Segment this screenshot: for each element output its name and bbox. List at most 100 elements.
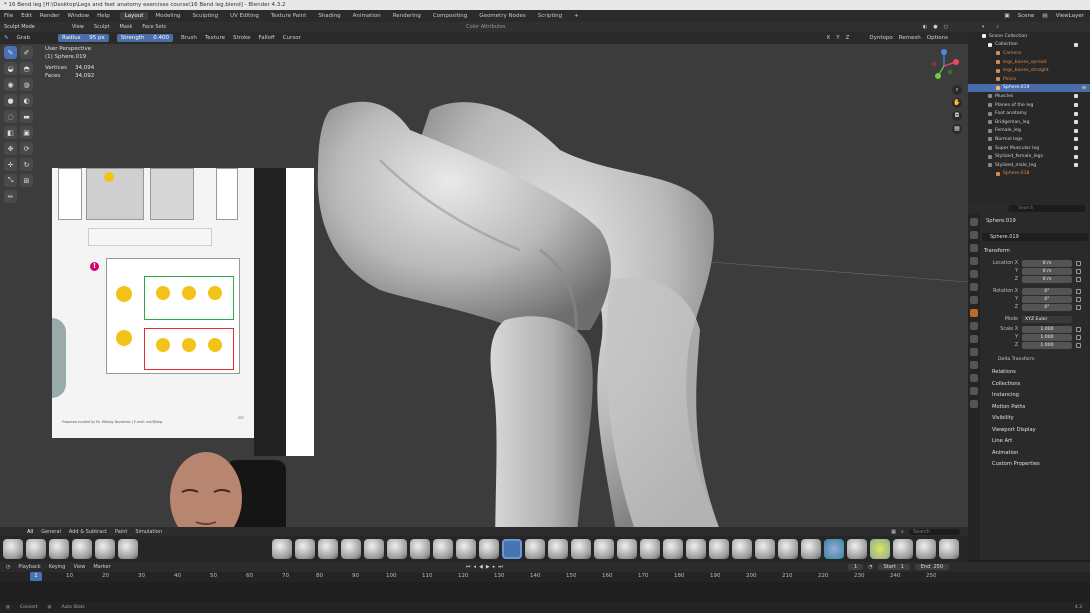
checkbox-icon[interactable] [1074, 154, 1078, 159]
checkbox-icon[interactable] [1074, 163, 1078, 168]
box-mask-tool[interactable]: ▣ [20, 126, 33, 139]
menu-view[interactable]: View [72, 24, 84, 30]
outliner-item-female-leg[interactable]: Female_leg [968, 127, 1090, 136]
checkbox-icon[interactable] [1074, 42, 1078, 47]
lock-icon[interactable] [1076, 269, 1081, 275]
current-frame-field[interactable]: 1 [848, 564, 864, 570]
zoom-icon[interactable]: ⌕ [952, 85, 962, 95]
brush-thumbnail[interactable] [939, 539, 959, 559]
draw-sharp-tool[interactable]: ✐ [20, 46, 33, 59]
options-menu[interactable]: Options [927, 35, 948, 41]
inflate-tool[interactable]: ◍ [20, 78, 33, 91]
brush-thumbnail[interactable] [3, 539, 23, 559]
checkbox-icon[interactable] [1074, 146, 1078, 151]
grab-brush-thumbnail[interactable] [502, 539, 522, 559]
play-icon[interactable]: ▶ [486, 564, 490, 570]
physics-tab-icon[interactable] [970, 348, 978, 356]
brush-thumbnail[interactable] [410, 539, 430, 559]
outliner-item-legs-bones-straight[interactable]: legs_bones_straight [968, 66, 1090, 75]
timeline-track-area[interactable] [0, 582, 1090, 602]
brush-thumbnail[interactable] [433, 539, 453, 559]
camera-view-icon[interactable]: ◘ [952, 111, 962, 121]
output-tab-icon[interactable] [970, 244, 978, 252]
draw-brush-tool[interactable]: ✎ [4, 46, 17, 59]
outliner-item-foot-anatomy[interactable]: Foot anatomy [968, 109, 1090, 118]
menu-mask[interactable]: Mask [120, 24, 133, 30]
symmetry-y[interactable]: Y [836, 35, 839, 41]
y-axis-icon[interactable] [935, 73, 941, 79]
play-reverse-icon[interactable]: ◀ [479, 564, 483, 570]
navigation-gizmo[interactable] [926, 48, 962, 84]
brush-thumbnail[interactable] [778, 539, 798, 559]
remesh-menu[interactable]: Remesh [899, 35, 921, 41]
shelf-search-input[interactable]: Search [908, 528, 960, 535]
scene-selector[interactable]: Scene [1018, 13, 1035, 19]
rotation-x-field[interactable]: 0° [1022, 288, 1072, 296]
world-tab-icon[interactable] [970, 283, 978, 291]
brush-thumbnail[interactable] [732, 539, 752, 559]
rotation-mode-select[interactable]: XYZ Euler [1022, 316, 1072, 324]
playback-menu[interactable]: Playback [18, 564, 40, 570]
object-name-field[interactable]: Sphere.019 [982, 233, 1088, 241]
checkbox-icon[interactable] [1074, 103, 1078, 108]
tab-scripting[interactable]: Scripting [533, 12, 567, 20]
ortho-grid-icon[interactable]: ▦ [952, 124, 962, 134]
marker-menu[interactable]: Marker [93, 564, 110, 570]
overlay-icon[interactable]: ◐ [923, 24, 927, 30]
shelf-tab-paint[interactable]: Paint [115, 529, 127, 535]
snake-hook-tool[interactable]: ⟳ [20, 142, 33, 155]
checkbox-icon[interactable] [1074, 120, 1078, 125]
scene-tab-icon[interactable] [970, 270, 978, 278]
view-menu[interactable]: View [73, 564, 85, 570]
falloff-menu[interactable]: Falloff [259, 35, 275, 41]
brush-thumbnail[interactable] [72, 539, 92, 559]
outliner-item-scene-collection[interactable]: Scene Collection [968, 32, 1090, 41]
render-tab-icon[interactable] [970, 231, 978, 239]
transform-tool[interactable]: ⊞ [20, 174, 33, 187]
outliner-search-icon[interactable]: ⌕ [996, 24, 999, 30]
particles-tab-icon[interactable] [970, 335, 978, 343]
tab-sculpting[interactable]: Sculpting [187, 12, 223, 20]
brush-menu[interactable]: Brush [181, 35, 197, 41]
location-y-field[interactable]: 0 m [1022, 268, 1072, 276]
constraints-tab-icon[interactable] [970, 361, 978, 369]
outliner-item-stylized-male-leg[interactable]: Stylized_male_leg [968, 161, 1090, 170]
outliner-item-sphere-018[interactable]: Sphere.018 [968, 170, 1090, 179]
brush-thumbnail[interactable] [49, 539, 69, 559]
timeline-ruler[interactable]: 1 10 20 30 40 50 60 70 80 90 100 110 120… [0, 572, 1090, 582]
tab-texture-paint[interactable]: Texture Paint [266, 12, 312, 20]
clay-strips-tool[interactable]: ◓ [20, 62, 33, 75]
properties-search[interactable]: Search [1008, 205, 1086, 212]
modifiers-tab-icon[interactable] [970, 322, 978, 330]
symmetry-z[interactable]: Z [846, 35, 850, 41]
brush-thumbnail[interactable] [571, 539, 591, 559]
outliner-item-muscles[interactable]: Muscles [968, 92, 1090, 101]
brush-thumbnail[interactable] [456, 539, 476, 559]
jump-start-icon[interactable]: ⏮ [466, 564, 471, 570]
lock-icon[interactable] [1076, 289, 1081, 295]
outliner-item-bridgeman-leg[interactable]: Bridgeman_leg [968, 118, 1090, 127]
move-tool[interactable]: ✛ [4, 158, 17, 171]
neg-y-axis-icon[interactable] [947, 69, 953, 75]
collections-section[interactable]: Collections [992, 381, 1020, 387]
visibility-section[interactable]: Visibility [992, 415, 1014, 421]
delta-transform-section[interactable]: Delta Transform [998, 357, 1035, 362]
texture-menu[interactable]: Texture [205, 35, 225, 41]
reference-image[interactable]: ! THE HEAD OF THE FEMUR ROLLS IN ON OF T… [52, 168, 254, 438]
tab-compositing[interactable]: Compositing [428, 12, 472, 20]
layer-tool[interactable]: ◉ [4, 78, 17, 91]
tab-modeling[interactable]: Modeling [150, 12, 185, 20]
outliner-item-normal-legs[interactable]: Normal legs [968, 135, 1090, 144]
outliner-filter-icon[interactable]: ▾ [982, 25, 984, 30]
tab-uv-editing[interactable]: UV Editing [225, 12, 264, 20]
brush-thumbnail[interactable] [755, 539, 775, 559]
menu-help[interactable]: Help [97, 13, 110, 19]
brush-thumbnail[interactable] [118, 539, 138, 559]
outliner-item-collection[interactable]: Collection [968, 41, 1090, 50]
add-workspace-button[interactable]: + [569, 12, 584, 20]
radius-field[interactable]: Radius 95 px [58, 34, 109, 42]
viewlayer-selector[interactable]: ViewLayer [1056, 13, 1084, 19]
lock-icon[interactable] [1076, 297, 1081, 303]
crease-tool[interactable]: ◐ [20, 94, 33, 107]
rotation-z-field[interactable]: 0° [1022, 304, 1072, 312]
